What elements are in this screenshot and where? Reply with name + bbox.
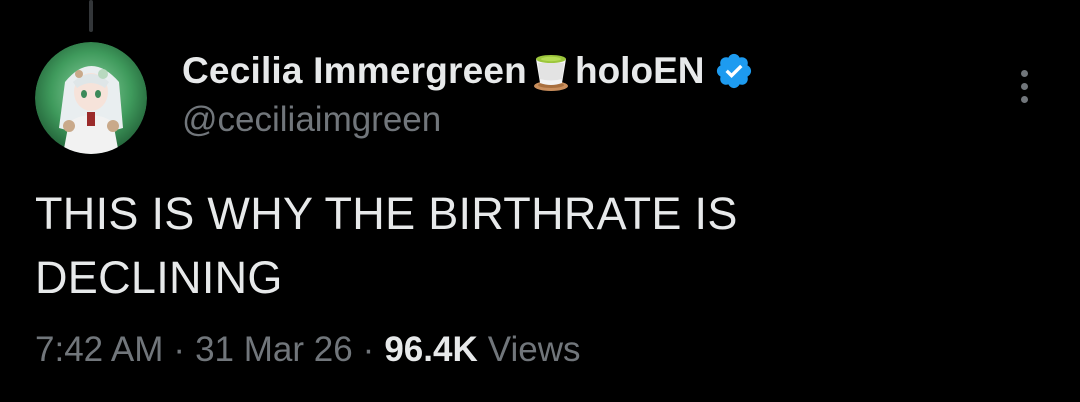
- author-org-name[interactable]: holoEN: [575, 50, 704, 92]
- more-vertical-icon: [1020, 69, 1028, 77]
- tweet-header: Cecilia Immergreen holoEN @ceciliaimgree…: [182, 48, 754, 140]
- more-vertical-icon-dot: [1020, 95, 1028, 103]
- thread-connector-line: [89, 0, 93, 32]
- meta-separator: ·: [362, 330, 375, 369]
- avatar[interactable]: [35, 42, 147, 154]
- tweet-date[interactable]: 31 Mar 26: [195, 330, 353, 370]
- author-handle[interactable]: @ceciliaimgreen: [182, 100, 754, 140]
- more-vertical-icon-dot: [1020, 82, 1028, 90]
- more-options-button[interactable]: [1008, 64, 1040, 108]
- author-name-row[interactable]: Cecilia Immergreen holoEN: [182, 48, 754, 94]
- tweet-meta: 7:42 AM · 31 Mar 26 · 96.4K Views: [35, 330, 580, 370]
- tweet-card[interactable]: Cecilia Immergreen holoEN @ceciliaimgree…: [0, 0, 1080, 402]
- views-label[interactable]: Views: [488, 330, 581, 370]
- meta-separator: ·: [173, 330, 186, 369]
- tea-cup-icon: [529, 49, 573, 93]
- verified-badge-icon[interactable]: [714, 51, 754, 91]
- views-count[interactable]: 96.4K: [384, 330, 477, 370]
- tweet-time[interactable]: 7:42 AM: [35, 330, 163, 370]
- tweet-text: THIS IS WHY THE BIRTHRATE IS DECLINING: [35, 188, 738, 303]
- author-display-name[interactable]: Cecilia Immergreen: [182, 50, 527, 92]
